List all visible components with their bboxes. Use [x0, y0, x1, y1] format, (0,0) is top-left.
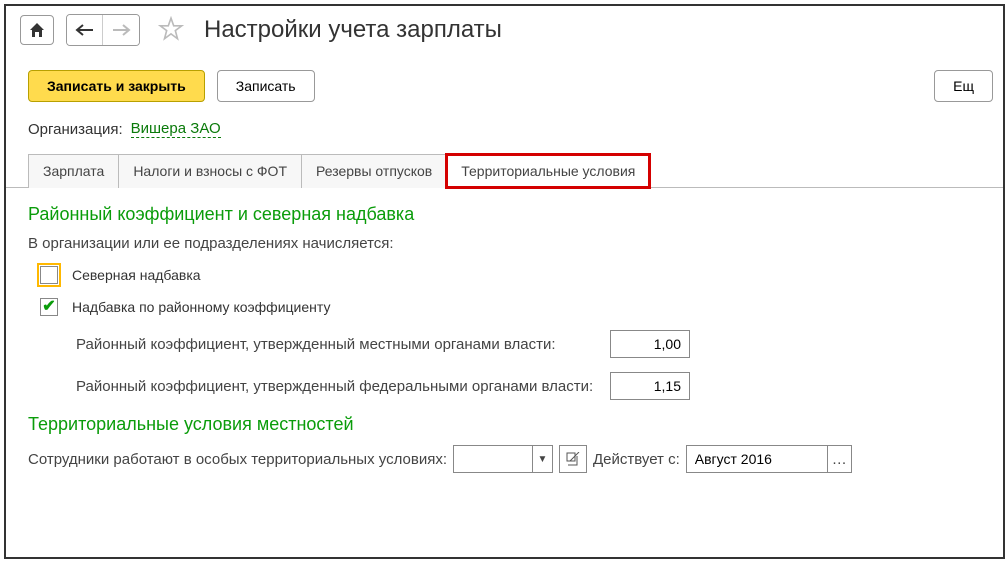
chevron-down-icon[interactable]: ▼	[532, 446, 552, 472]
coef-local-input[interactable]	[610, 330, 690, 358]
territorial-row: Сотрудники работают в особых территориал…	[28, 445, 981, 473]
effective-date-field[interactable]: …	[686, 445, 852, 473]
coef-local-row: Районный коэффициент, утвержденный местн…	[28, 330, 981, 358]
tab-territorial[interactable]: Территориальные условия	[446, 154, 650, 188]
date-picker-button[interactable]: …	[827, 446, 851, 472]
coef-federal-row: Районный коэффициент, утвержденный федер…	[28, 372, 981, 400]
forward-button[interactable]	[103, 15, 139, 45]
tabs-bar: Зарплата Налоги и взносы с ФОТ Резервы о…	[6, 154, 1003, 188]
terr-conditions-input[interactable]	[454, 446, 532, 472]
more-button[interactable]: Ещ	[934, 70, 993, 102]
effective-from-label: Действует с:	[593, 451, 680, 468]
terr-conditions-combo[interactable]: ▼	[453, 445, 553, 473]
action-bar: Записать и закрыть Записать Ещ	[6, 50, 1003, 116]
back-button[interactable]	[67, 15, 103, 45]
check-row-north: Северная надбавка	[28, 266, 981, 284]
organization-link[interactable]: Вишера ЗАО	[131, 120, 221, 138]
home-button[interactable]	[20, 15, 54, 45]
terr-row-label: Сотрудники работают в особых территориал…	[28, 451, 447, 468]
section-subtitle-coef: В организации или ее подразделениях начи…	[28, 235, 981, 252]
tab-taxes[interactable]: Налоги и взносы с ФОТ	[118, 154, 302, 188]
effective-date-input[interactable]	[687, 446, 827, 472]
coef-federal-input[interactable]	[610, 372, 690, 400]
checkbox-district-label: Надбавка по районному коэффициенту	[72, 299, 330, 315]
checkbox-north[interactable]	[40, 266, 58, 284]
tab-content: Районный коэффициент и северная надбавка…	[6, 188, 1003, 489]
organization-label: Организация:	[28, 121, 123, 138]
top-toolbar: Настройки учета зарплаты	[6, 6, 1003, 50]
checkbox-district[interactable]: ✔	[40, 298, 58, 316]
section-title-terr: Территориальные условия местностей	[28, 414, 981, 435]
save-close-button[interactable]: Записать и закрыть	[28, 70, 205, 102]
check-row-district: ✔ Надбавка по районному коэффициенту	[28, 298, 981, 316]
page-title: Настройки учета зарплаты	[204, 16, 502, 44]
check-icon: ✔	[42, 299, 55, 315]
open-dialog-button[interactable]	[559, 445, 587, 473]
section-title-coef: Районный коэффициент и северная надбавка	[28, 204, 981, 225]
save-button[interactable]: Записать	[217, 70, 315, 102]
checkbox-north-label: Северная надбавка	[72, 267, 201, 283]
organization-row: Организация: Вишера ЗАО	[6, 116, 1003, 154]
nav-group	[66, 14, 140, 46]
favorite-icon[interactable]	[158, 16, 184, 45]
coef-local-label: Районный коэффициент, утвержденный местн…	[76, 336, 596, 353]
coef-federal-label: Районный коэффициент, утвержденный федер…	[76, 378, 596, 395]
tab-reserves[interactable]: Резервы отпусков	[301, 154, 447, 188]
tab-salary[interactable]: Зарплата	[28, 154, 119, 188]
